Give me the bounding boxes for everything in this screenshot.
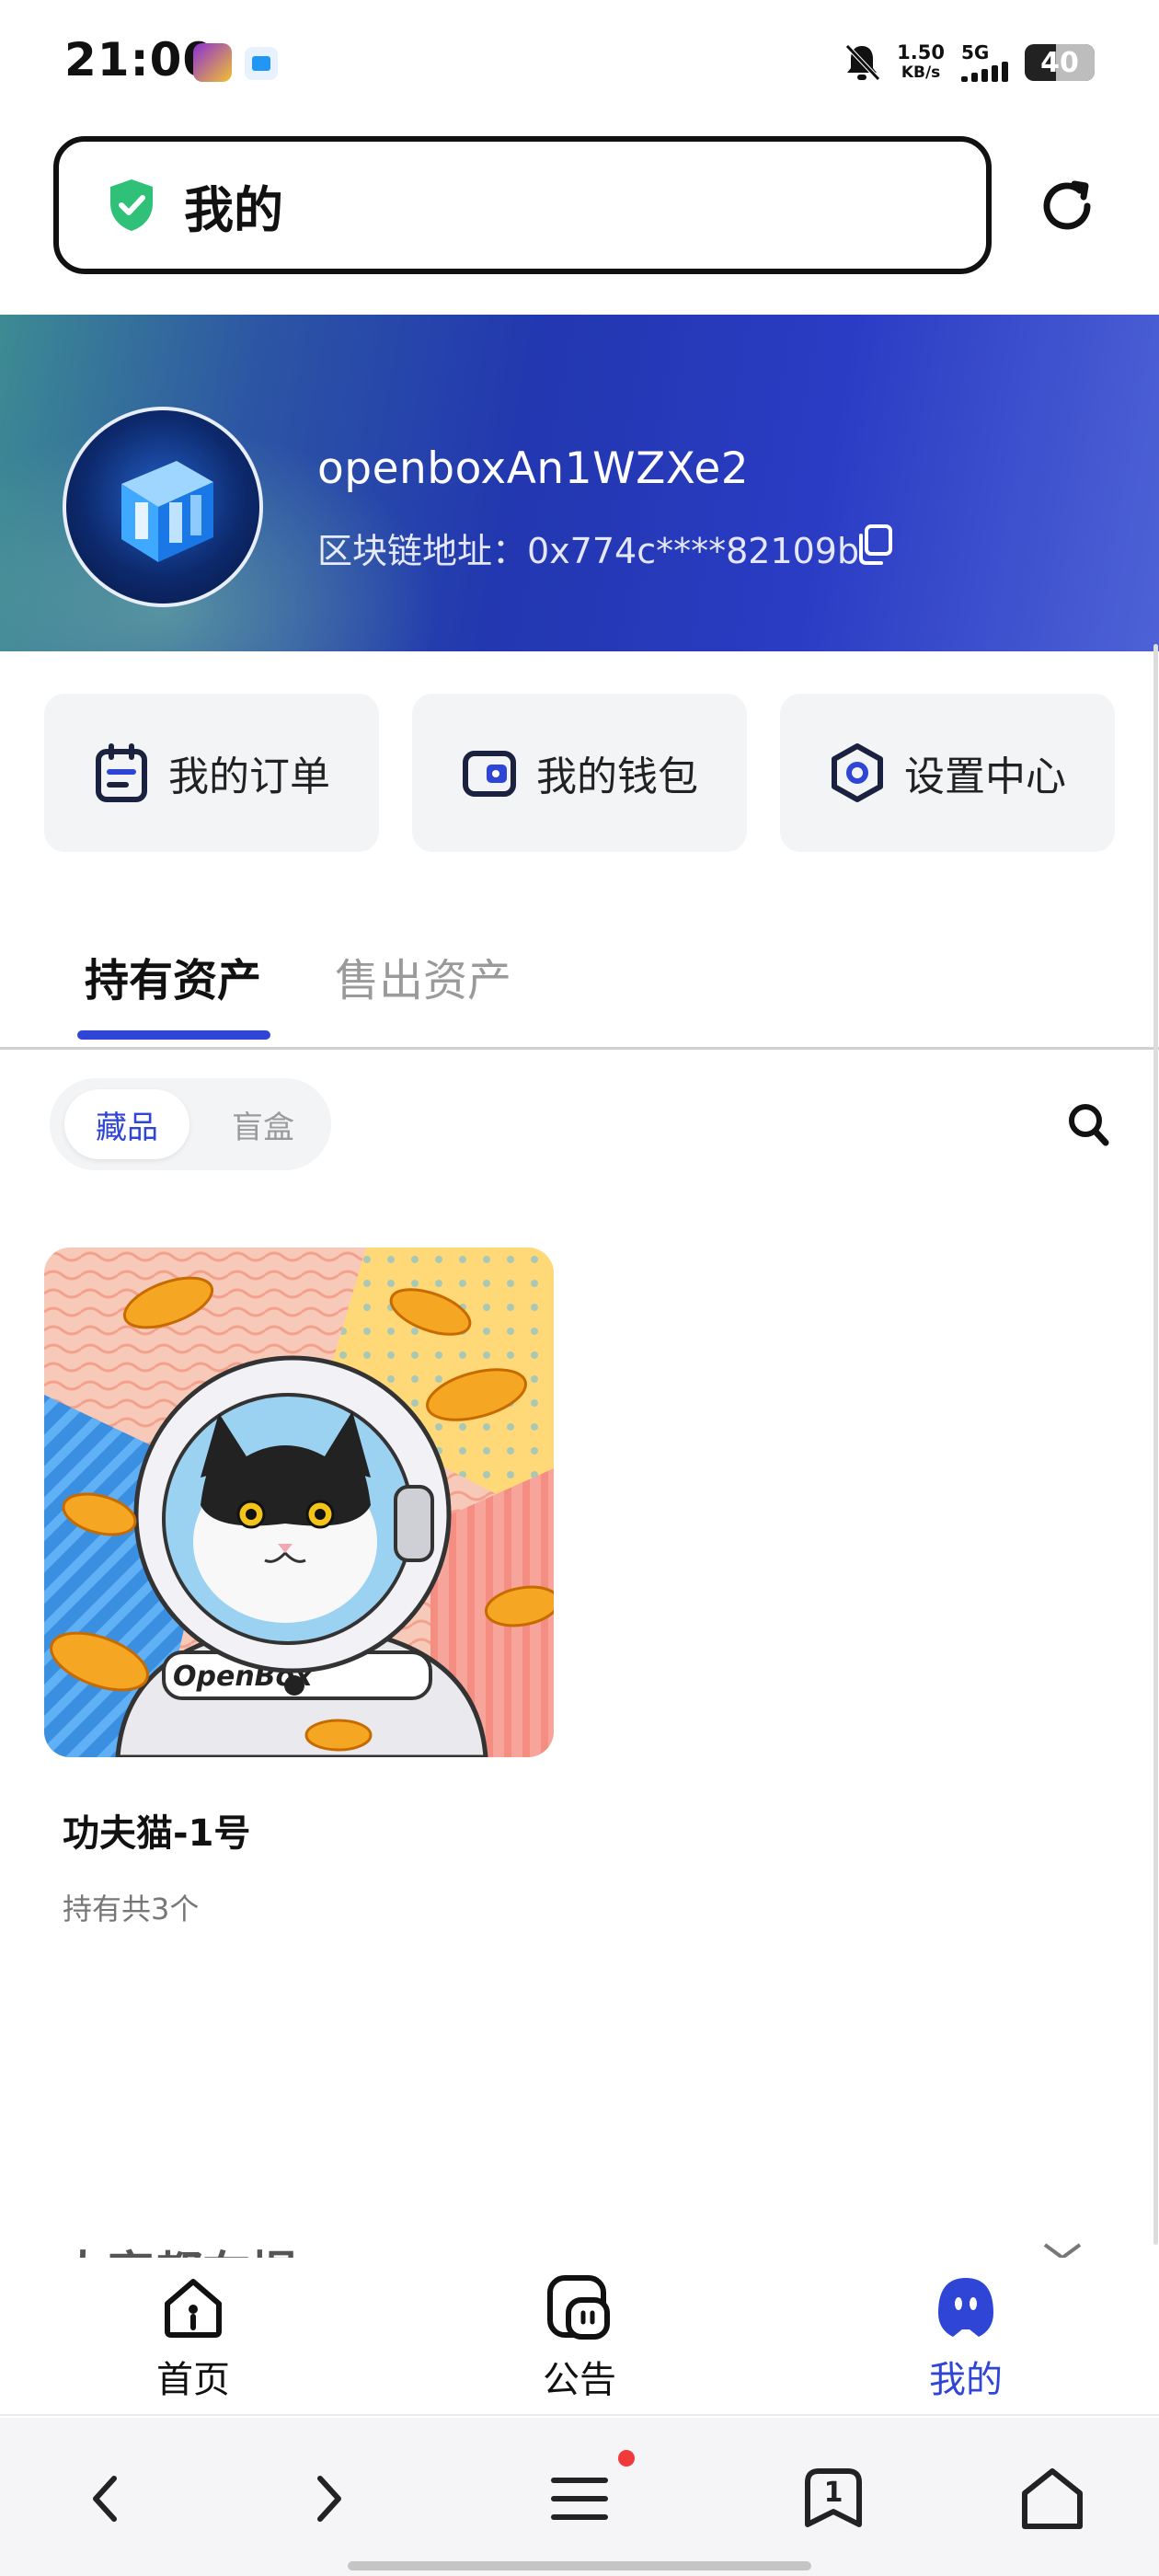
nav-announcements[interactable]: 公告	[488, 2272, 671, 2403]
wallet-icon	[463, 751, 516, 797]
chevron-down-icon[interactable]	[1039, 2241, 1085, 2260]
network-type: 5G	[961, 41, 990, 63]
cube-logo-icon	[121, 461, 213, 562]
nav-mine[interactable]: 我的	[874, 2272, 1058, 2403]
menu-icon[interactable]	[545, 2464, 614, 2534]
settings-center-label: 设置中心	[904, 753, 1066, 800]
battery-icon: 40	[1025, 44, 1095, 81]
tab-divider	[0, 1047, 1159, 1050]
net-speed: 1.50 KB/s	[897, 41, 945, 82]
network: 5G	[961, 43, 1008, 82]
tab-held-assets[interactable]: 持有资产	[85, 944, 261, 1008]
username: openboxAn1WZXe2	[317, 443, 750, 494]
nav-home[interactable]: 首页	[101, 2272, 285, 2403]
tab-indicator	[77, 1030, 270, 1040]
section-title-partial: 大家都在提	[59, 2234, 298, 2260]
settings-center-button[interactable]: 设置中心	[780, 694, 1115, 852]
reload-icon[interactable]	[1034, 173, 1100, 239]
scrollbar[interactable]	[1153, 644, 1158, 2245]
announcement-icon	[547, 2275, 610, 2340]
address-bar[interactable]: 我的	[53, 136, 992, 274]
signal-icon	[961, 62, 1008, 82]
notification-dot	[618, 2450, 635, 2467]
my-wallet-label: 我的钱包	[536, 753, 698, 800]
tab-sold-assets[interactable]: 售出资产	[335, 944, 511, 1008]
app-icon-blue	[245, 47, 278, 80]
filter-collectibles[interactable]: 藏品	[64, 1089, 189, 1159]
address-title: 我的	[184, 180, 283, 239]
nav-announcements-label: 公告	[543, 2359, 616, 2401]
my-orders-label: 我的订单	[168, 753, 330, 800]
item-count: 持有共3个	[63, 1892, 200, 1926]
status-indicators: 1.50 KB/s 5G 40	[843, 37, 1095, 88]
nft-image[interactable]: OpenBox	[44, 1248, 554, 1757]
filter-blind-box[interactable]: 盲盒	[210, 1089, 316, 1159]
tab-count: 1	[823, 2477, 843, 2509]
home-icon	[165, 2279, 222, 2338]
astronaut-cat-artwork: OpenBox	[44, 1248, 554, 1757]
chain-address: 区块链地址：0x774c****82109b	[317, 531, 860, 571]
nav-mine-label: 我的	[929, 2359, 1003, 2401]
my-orders-button[interactable]: 我的订单	[44, 694, 379, 852]
copy-icon[interactable]	[854, 523, 894, 567]
nav-home-label: 首页	[156, 2359, 230, 2401]
app-icon-game	[193, 43, 232, 82]
bell-muted-icon	[845, 44, 880, 81]
profile-banner: openboxAn1WZXe2 区块链地址：0x774c****82109b	[0, 315, 1159, 651]
avatar[interactable]	[63, 407, 263, 607]
order-icon	[96, 743, 147, 802]
back-icon[interactable]	[72, 2464, 142, 2534]
tabs-button[interactable]: 1	[798, 2464, 868, 2534]
search-icon[interactable]	[1065, 1100, 1111, 1148]
profile-icon	[938, 2278, 993, 2337]
forward-icon[interactable]	[293, 2464, 362, 2534]
my-wallet-button[interactable]: 我的钱包	[412, 694, 747, 852]
settings-icon	[832, 743, 883, 802]
shield-check-icon	[110, 179, 153, 231]
browser-home-icon[interactable]	[1017, 2464, 1087, 2534]
home-indicator	[348, 2561, 811, 2570]
item-name[interactable]: 功夫猫-1号	[63, 1803, 250, 1857]
